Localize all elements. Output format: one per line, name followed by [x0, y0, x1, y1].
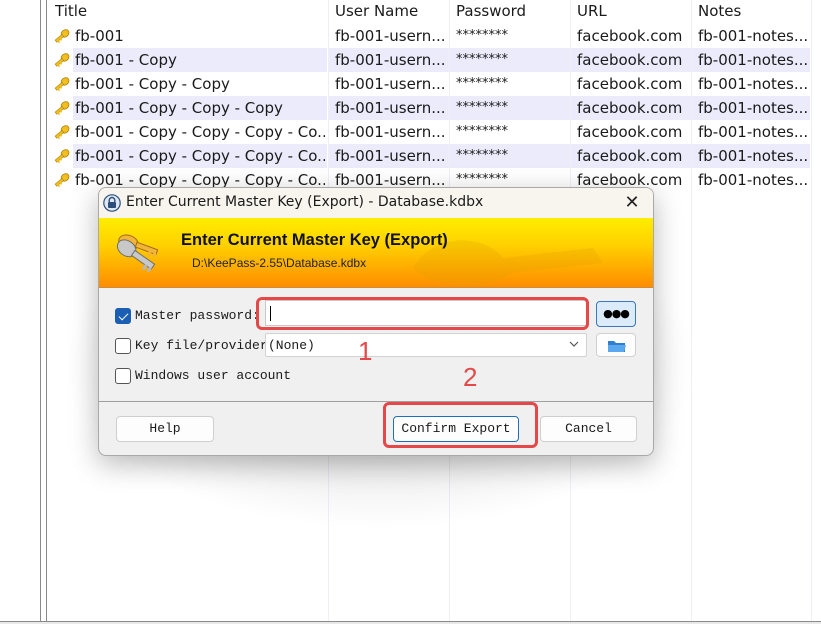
annotation-marker-1: 1: [358, 336, 373, 366]
cell-url: facebook.com: [577, 75, 683, 93]
annotation-box-confirm: [383, 402, 538, 448]
key-icon: [54, 29, 70, 44]
column-header-password[interactable]: Password: [456, 2, 526, 20]
column-header-title[interactable]: Title: [55, 2, 87, 20]
chevron-down-icon: [569, 341, 579, 347]
dialog-banner: Enter Current Master Key (Export) D:\Kee…: [99, 218, 653, 288]
cell-notes: fb-001-notes...: [698, 75, 809, 93]
cell-username: fb-001-usern...: [335, 27, 446, 45]
cell-username: fb-001-usern...: [335, 123, 446, 141]
key-file-selected: (None): [268, 338, 315, 353]
key-icon: [54, 173, 70, 188]
cell-notes: fb-001-notes...: [698, 27, 809, 45]
cell-notes: fb-001-notes...: [698, 171, 809, 189]
cell-password: ********: [456, 148, 508, 163]
column-header-url[interactable]: URL: [577, 2, 607, 20]
column-header-row: Title User Name Password URL Notes: [47, 0, 821, 24]
table-row[interactable]: fb-001 - Copy - Copy fb-001-usern... *****…: [47, 72, 821, 96]
key-file-checkbox[interactable]: [115, 338, 131, 354]
close-icon: ✕: [624, 192, 640, 213]
cell-username: fb-001-usern...: [335, 51, 446, 69]
cancel-button[interactable]: Cancel: [540, 416, 637, 442]
windows-account-label: Windows user account: [135, 368, 292, 383]
table-row[interactable]: fb-001 - Copy - Copy - Copy - Co... fb-00…: [47, 120, 821, 144]
cell-password: ********: [456, 76, 508, 91]
key-file-label: Key file/provider:: [135, 338, 265, 353]
cell-title: fb-001 - Copy - Copy - Copy: [75, 99, 283, 117]
table-row[interactable]: fb-001 - Copy - Copy - Copy fb-001-usern.…: [47, 96, 821, 120]
dots-icon: ●●●: [603, 307, 630, 320]
cell-url: facebook.com: [577, 123, 683, 141]
cell-username: fb-001-usern...: [335, 75, 446, 93]
table-row[interactable]: fb-001 - Copy fb-001-usern... ******** face…: [47, 48, 821, 72]
cell-title: fb-001: [75, 27, 124, 45]
database-path: D:\KeePass-2.55\Database.kdbx: [192, 256, 367, 270]
cell-title: fb-001 - Copy: [75, 51, 177, 69]
dialog-titlebar[interactable]: Enter Current Master Key (Export) - Data…: [99, 188, 653, 218]
group-tree-pane[interactable]: [0, 0, 41, 622]
key-icon: [54, 101, 70, 116]
key-icon: [54, 125, 70, 140]
banner-title: Enter Current Master Key (Export): [181, 231, 448, 249]
cell-password: ********: [456, 100, 508, 115]
cell-notes: fb-001-notes...: [698, 123, 809, 141]
help-button[interactable]: Help: [116, 416, 214, 442]
table-row[interactable]: fb-001 - Copy - Copy - Copy - Co... fb-00…: [47, 144, 821, 168]
annotation-marker-2: 2: [463, 362, 478, 392]
windows-account-checkbox[interactable]: [115, 368, 131, 384]
cell-password: ********: [456, 52, 508, 67]
cell-password: ********: [456, 28, 508, 43]
keys-icon: [116, 234, 159, 273]
column-header-notes[interactable]: Notes: [698, 2, 741, 20]
key-icon: [54, 77, 70, 92]
cell-title: fb-001 - Copy - Copy: [75, 75, 230, 93]
cell-url: facebook.com: [577, 99, 683, 117]
browse-key-file-button[interactable]: [596, 333, 636, 357]
column-header-username[interactable]: User Name: [335, 2, 418, 20]
cell-notes: fb-001-notes...: [698, 147, 809, 165]
annotation-box-password: [256, 297, 589, 330]
cell-password: ********: [456, 124, 508, 139]
folder-icon: [608, 341, 626, 352]
key-file-dropdown[interactable]: (None): [265, 333, 587, 357]
cell-url: facebook.com: [577, 147, 683, 165]
cell-notes: fb-001-notes...: [698, 51, 809, 69]
cell-url: facebook.com: [577, 51, 683, 69]
toggle-password-visibility-button[interactable]: ●●●: [596, 301, 636, 327]
cell-username: fb-001-usern...: [335, 147, 446, 165]
cell-password: ********: [456, 172, 508, 187]
cell-url: facebook.com: [577, 27, 683, 45]
master-password-label: Master password:: [135, 308, 260, 323]
cell-title: fb-001 - Copy - Copy - Copy - Co...: [75, 147, 325, 165]
close-button[interactable]: ✕: [621, 192, 643, 214]
table-row[interactable]: fb-001 fb-001-usern... ******** facebook.co…: [47, 24, 821, 48]
dialog-separator: [99, 401, 653, 402]
key-icon: [54, 149, 70, 164]
lock-icon: [103, 194, 121, 212]
dialog-title: Enter Current Master Key (Export) - Data…: [126, 194, 484, 210]
key-icon: [54, 53, 70, 68]
master-password-checkbox[interactable]: [115, 308, 131, 324]
cell-title: fb-001 - Copy - Copy - Copy - Co...: [75, 123, 325, 141]
cell-notes: fb-001-notes...: [698, 99, 809, 117]
cell-username: fb-001-usern...: [335, 99, 446, 117]
